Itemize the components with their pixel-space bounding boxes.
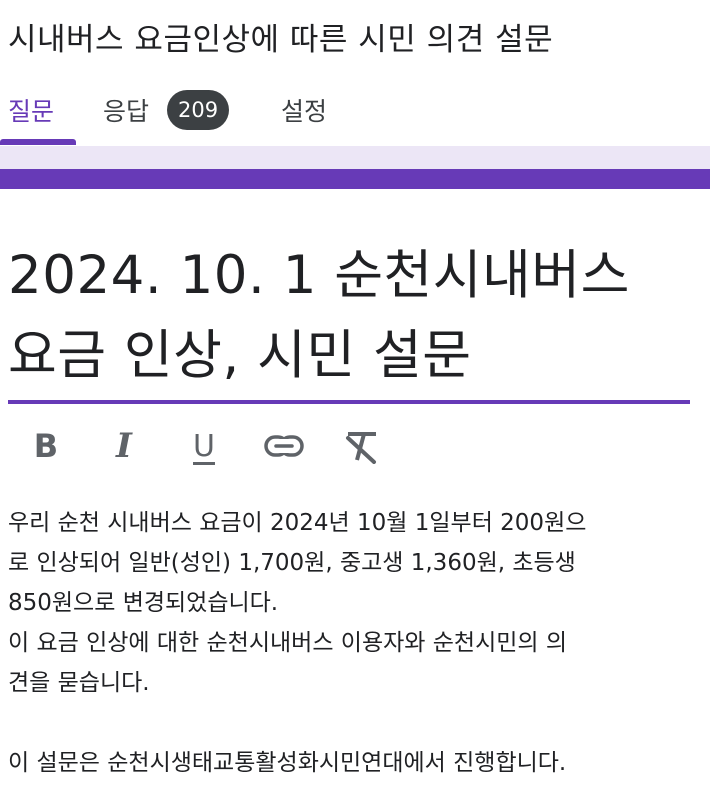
- tab-responses-label: 응답: [103, 97, 150, 126]
- description-line: 850원으로 변경되었습니다.: [8, 590, 279, 616]
- responses-count-badge: 209: [167, 90, 230, 130]
- document-title[interactable]: 시내버스 요금인상에 따른 시민 의견 설문: [8, 14, 553, 59]
- italic-icon: I: [116, 426, 132, 466]
- underline-button[interactable]: U: [176, 420, 232, 472]
- tab-questions[interactable]: 질문: [8, 80, 54, 140]
- description-line: 우리 순천 시내버스 요금이 2024년 10월 1일부터 200원으: [8, 510, 587, 536]
- title-focus-underline: [8, 400, 690, 404]
- description-line: 이 요금 인상에 대한 순천시내버스 이용자와 순천시민의 의: [8, 630, 568, 656]
- description-blank-line: [8, 703, 702, 743]
- bold-icon: B: [33, 427, 59, 465]
- underline-icon: U: [193, 428, 215, 464]
- form-description[interactable]: 우리 순천 시내버스 요금이 2024년 10월 1일부터 200원으 로 인상…: [8, 503, 702, 783]
- tab-responses[interactable]: 응답 209: [103, 80, 230, 140]
- active-tab-indicator: [0, 139, 76, 145]
- tab-settings-label: 설정: [281, 97, 328, 126]
- link-icon: [264, 435, 304, 457]
- tab-questions-label: 질문: [8, 97, 55, 126]
- description-line: 견을 묻습니다.: [8, 670, 150, 696]
- clear-format-icon: [346, 432, 376, 464]
- description-line: 로 인상되어 일반(성인) 1,700원, 중고생 1,360원, 초등생: [8, 550, 576, 576]
- bold-button[interactable]: B: [18, 420, 74, 472]
- tab-settings[interactable]: 설정: [281, 80, 327, 140]
- clear-formatting-button[interactable]: [334, 420, 390, 472]
- form-editor: 시내버스 요금인상에 따른 시민 의견 설문 질문 응답 209 설정 2024…: [0, 0, 710, 787]
- form-title-line-2: 요금 인상, 시민 설문: [8, 325, 472, 386]
- italic-button[interactable]: I: [96, 420, 152, 472]
- form-title-line-1: 2024. 10. 1 순천시내버스: [8, 245, 630, 306]
- canvas-background: [0, 146, 710, 169]
- form-title[interactable]: 2024. 10. 1 순천시내버스 요금 인상, 시민 설문: [8, 236, 698, 396]
- description-line: 이 설문은 순천시생태교통활성화시민연대에서 진행합니다.: [8, 750, 567, 776]
- tab-bar: 질문 응답 209 설정: [0, 80, 710, 146]
- form-header-accent-bar: [0, 169, 710, 189]
- insert-link-button[interactable]: [256, 420, 312, 472]
